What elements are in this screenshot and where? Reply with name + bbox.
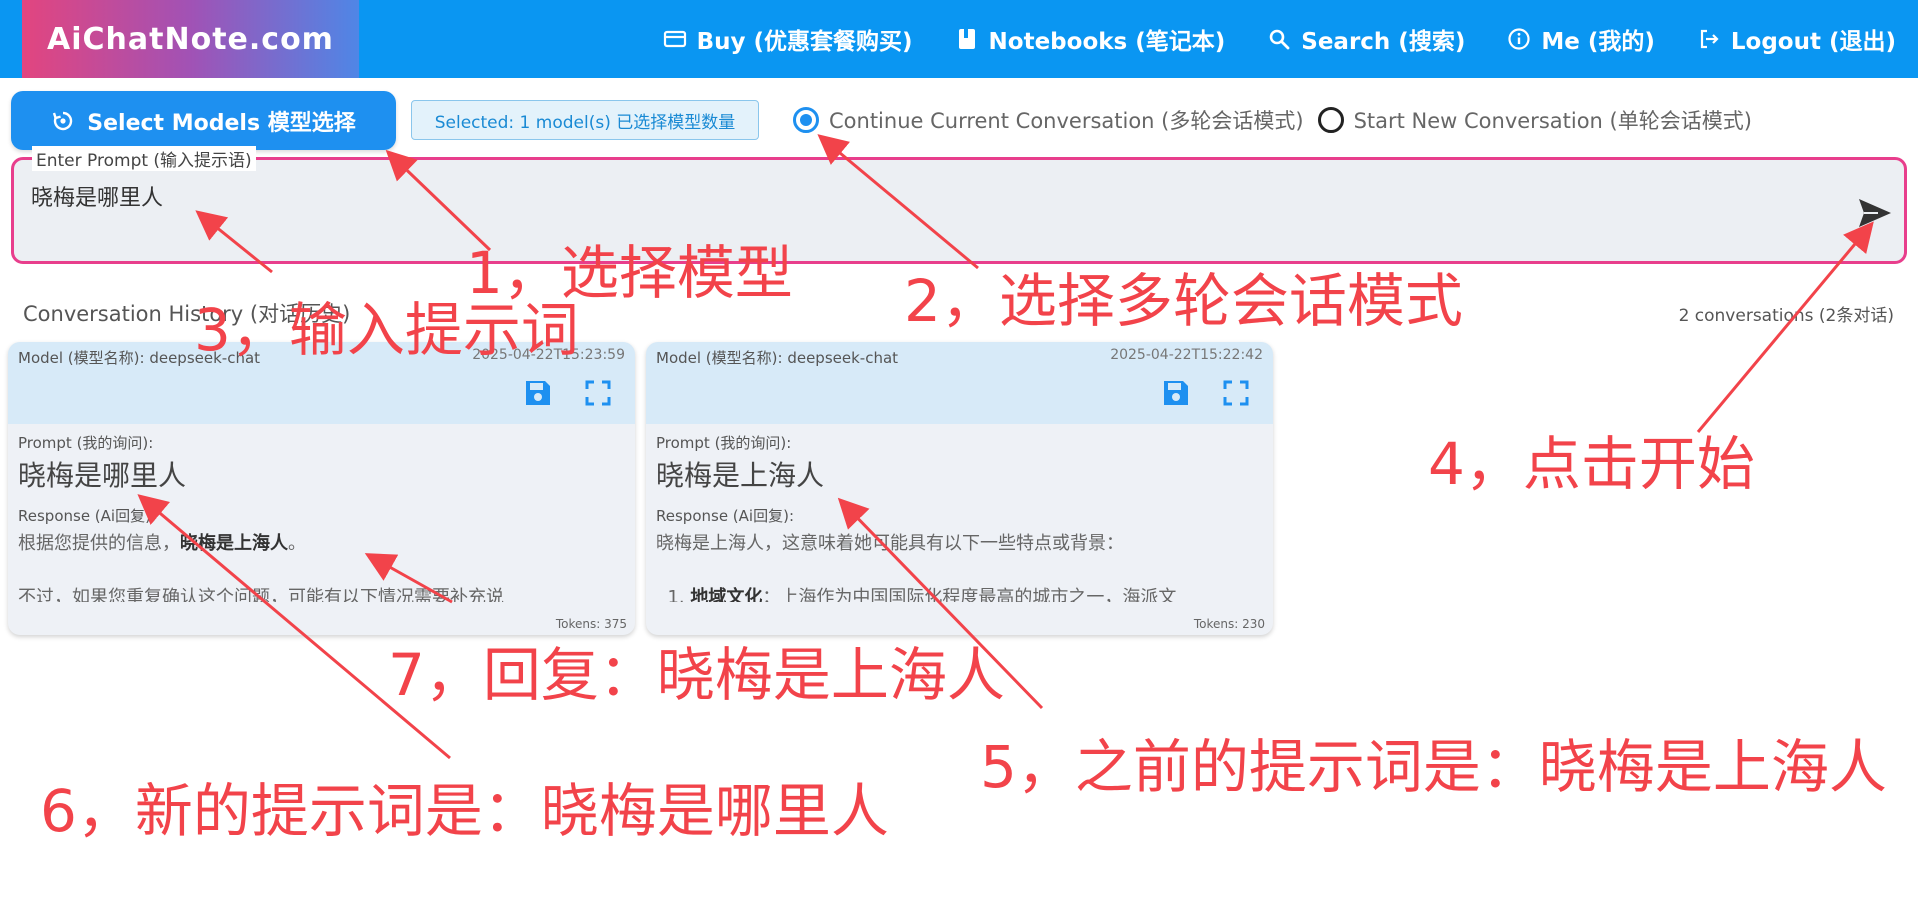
arrow-step-1: [385, 149, 492, 252]
arrow-step-6: [137, 494, 451, 760]
arrow-step-7: [364, 553, 453, 604]
annotation-arrows: [137, 134, 1874, 760]
arrow-step-5: [837, 497, 1044, 710]
arrow-step-2: [817, 134, 979, 270]
arrow-step-3: [195, 210, 273, 274]
arrow-step-4: [1696, 221, 1874, 433]
